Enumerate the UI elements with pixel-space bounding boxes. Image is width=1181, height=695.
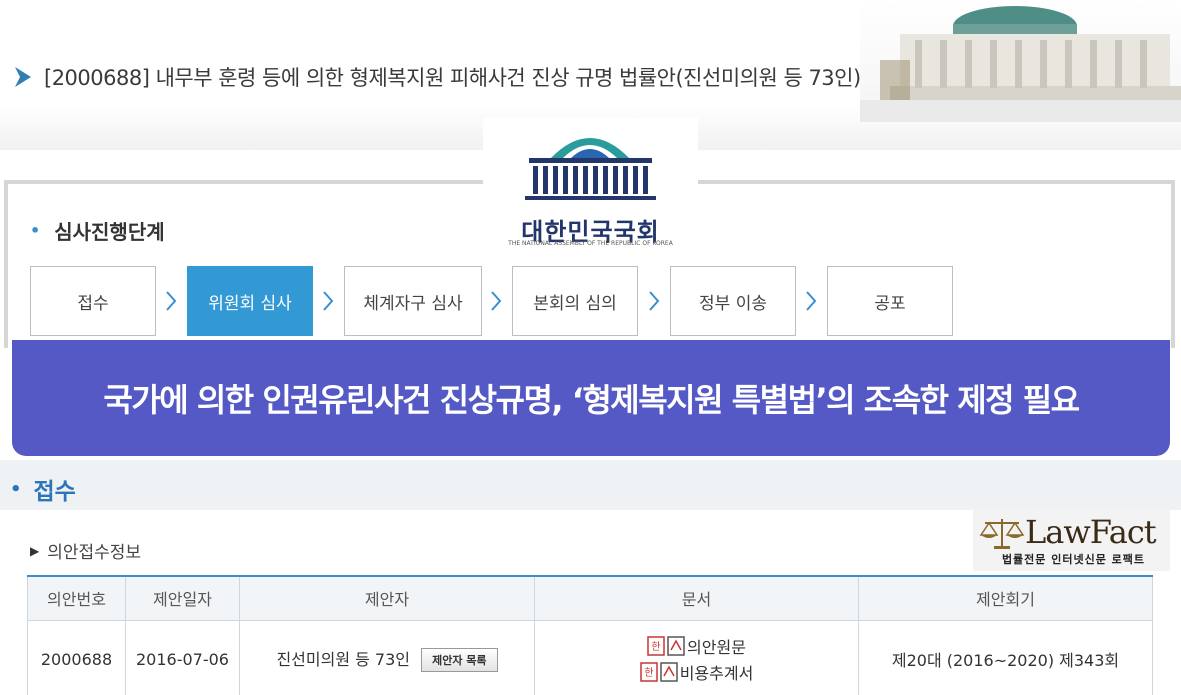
national-assembly-logo: 대한민국국회 THE NATIONAL ASSEMBLY OF THE REPU… (483, 118, 698, 258)
bill-title: [2000688] 내무부 훈령 등에 의한 형제복지원 피해사건 진상 규명 … (44, 66, 861, 90)
chevron-right-icon (166, 291, 177, 311)
document-link-original[interactable]: 한 의안원문 (535, 633, 858, 659)
progress-heading: • 심사진행단계 (30, 216, 165, 245)
document-label: 의안원문 (687, 638, 746, 657)
hwp-file-icon: 한 (639, 662, 658, 682)
reception-info-table: 의안번호 제안일자 제안자 문서 제안회기 2000688 2016-07-06… (27, 575, 1153, 695)
table-row: 2000688 2016-07-06 진선미의원 등 73인 제안자 목록 한 … (27, 619, 1153, 695)
svg-text:한: 한 (651, 641, 660, 653)
step-government-transfer[interactable]: 정부 이송 (670, 266, 796, 336)
chevron-right-icon (323, 291, 334, 311)
reception-section-bar: • 접수 (0, 460, 1181, 510)
pdf-file-icon (667, 636, 685, 656)
step-receipt[interactable]: 접수 (30, 266, 156, 336)
step-committee-review[interactable]: 위원회 심사 (187, 266, 313, 336)
col-date: 제안일자 (125, 575, 240, 621)
proposer-name: 진선미의원 등 73인 (276, 649, 411, 669)
headline-banner: 국가에 의한 인권유린사건 진상규명, ‘형제복지원 특별법’의 조속한 제정 … (12, 340, 1170, 456)
lawfact-tagline: 법률전문 인터넷신문 로팩트 (1001, 553, 1146, 566)
reception-info-heading-label: 의안접수정보 (47, 543, 142, 563)
document-label: 비용추계서 (679, 664, 754, 683)
reception-section-title: • 접수 (10, 472, 76, 506)
step-label: 본회의 심의 (533, 293, 617, 314)
chevron-right-icon (806, 291, 817, 311)
chevron-right-icon (649, 291, 660, 311)
step-promulgation[interactable]: 공포 (827, 266, 953, 336)
assembly-building-image (860, 0, 1181, 122)
proposer-cell: 진선미의원 등 73인 제안자 목록 (239, 619, 535, 695)
pdf-file-icon (659, 662, 678, 682)
step-label: 접수 (77, 293, 109, 314)
lawfact-watermark: LawFact 법률전문 인터넷신문 로팩트 (973, 509, 1170, 571)
hwp-file-icon: 한 (647, 636, 665, 656)
chevron-right-icon (15, 67, 31, 87)
step-label: 체계자구 심사 (363, 293, 463, 314)
triangle-right-icon: ▶ (30, 543, 40, 558)
proposal-date: 2016-07-06 (125, 619, 240, 695)
svg-text:한: 한 (644, 667, 653, 679)
proposal-session: 제20대 (2016~2020) 제343회 (858, 619, 1153, 695)
lawfact-brand: LawFact (1025, 513, 1157, 551)
logo-subtitle: THE NATIONAL ASSEMBLY OF THE REPUBLIC OF… (508, 240, 673, 247)
reception-section-label: 접수 (33, 479, 76, 505)
scales-of-justice-icon (979, 519, 1025, 549)
step-label: 공포 (874, 293, 906, 314)
proposer-list-button[interactable]: 제안자 목록 (421, 648, 498, 673)
step-plenary[interactable]: 본회의 심의 (512, 266, 638, 336)
col-bill-no: 의안번호 (27, 575, 126, 621)
bill-title-row: [2000688] 내무부 훈령 등에 의한 형제복지원 피해사건 진상 규명 … (12, 60, 861, 94)
step-label: 정부 이송 (699, 293, 767, 314)
table-header-row: 의안번호 제안일자 제안자 문서 제안회기 (27, 575, 1153, 621)
bill-number: 2000688 (27, 619, 126, 695)
document-link-cost-estimate[interactable]: 한 비용추계서 (535, 659, 858, 685)
step-legal-review[interactable]: 체계자구 심사 (344, 266, 482, 336)
chevron-right-icon (491, 291, 502, 311)
bullet-icon: • (10, 478, 22, 500)
bullet-icon: • (30, 221, 41, 240)
reception-info-heading: ▶ 의안접수정보 (30, 538, 141, 563)
step-label: 위원회 심사 (208, 293, 292, 314)
col-documents: 문서 (534, 575, 859, 621)
col-proposer: 제안자 (239, 575, 535, 621)
documents-cell: 한 의안원문 한 비용추계서 (534, 619, 859, 695)
headline-text: 국가에 의한 인권유린사건 진상규명, ‘형제복지원 특별법’의 조속한 제정 … (103, 381, 1080, 419)
progress-heading-label: 심사진행단계 (54, 220, 165, 244)
col-session: 제안회기 (858, 575, 1153, 621)
assembly-emblem-icon (525, 138, 656, 200)
